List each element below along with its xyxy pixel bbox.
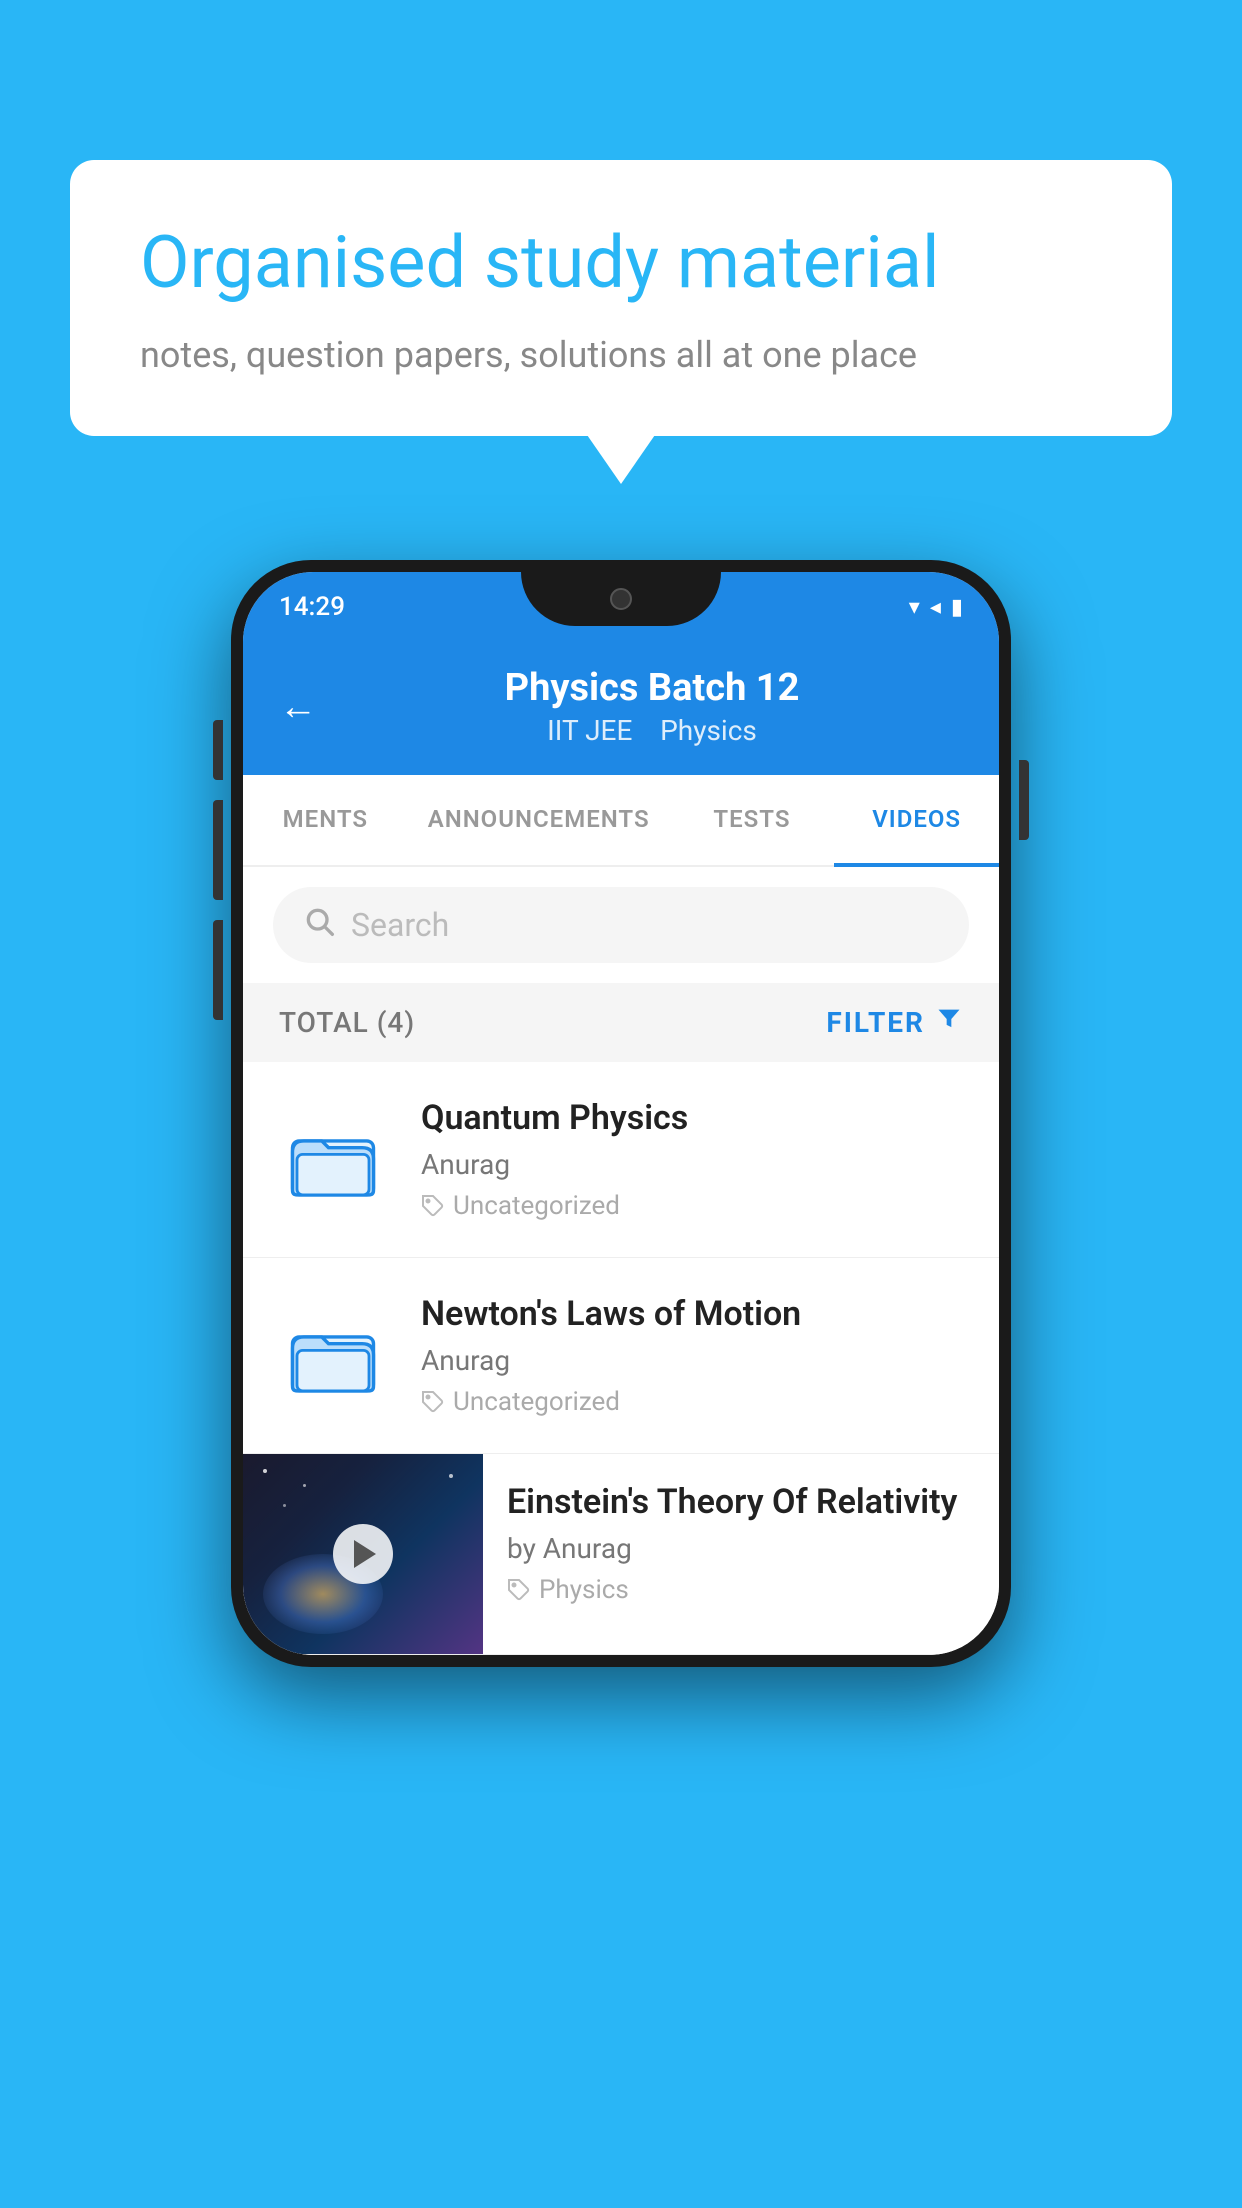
video-title-newton: Newton's Laws of Motion xyxy=(421,1294,969,1334)
power-button xyxy=(1019,760,1029,840)
volume-down-button xyxy=(213,920,223,1020)
video-tag-newton: Uncategorized xyxy=(421,1387,969,1417)
video-list: Quantum Physics Anurag Uncategorized xyxy=(243,1062,999,1655)
total-count: TOTAL (4) xyxy=(279,1006,415,1039)
filter-icon xyxy=(935,1005,963,1040)
einstein-tag-label: Physics xyxy=(539,1575,629,1605)
video-author-quantum: Anurag xyxy=(421,1148,969,1181)
filter-button[interactable]: FILTER xyxy=(826,1005,963,1040)
video-item-einstein[interactable]: Einstein's Theory Of Relativity by Anura… xyxy=(243,1454,999,1655)
header-subtitle-iit: IIT JEE xyxy=(547,714,632,747)
einstein-author: by Anurag xyxy=(507,1532,975,1565)
tabs-bar: MENTS ANNOUNCEMENTS TESTS VIDEOS xyxy=(243,775,999,867)
signal-icon: ◂ xyxy=(930,595,941,620)
video-thumb-newton xyxy=(273,1311,393,1401)
speech-bubble-container: Organised study material notes, question… xyxy=(70,160,1172,436)
play-button[interactable] xyxy=(333,1524,393,1584)
phone-screen: 14:29 ▾ ◂ ▮ ← Physics Batch 12 IIT JEE xyxy=(243,572,999,1655)
volume-up-button xyxy=(213,800,223,900)
tab-announcements[interactable]: ANNOUNCEMENTS xyxy=(408,775,670,865)
filter-row: TOTAL (4) FILTER xyxy=(243,983,999,1062)
header-subtitle-physics: Physics xyxy=(660,714,757,747)
einstein-title: Einstein's Theory Of Relativity xyxy=(507,1482,975,1522)
back-button[interactable]: ← xyxy=(279,685,317,729)
play-triangle-icon xyxy=(354,1540,376,1568)
app-header: ← Physics Batch 12 IIT JEE Physics xyxy=(243,642,999,775)
einstein-thumbnail xyxy=(243,1454,483,1654)
speech-bubble: Organised study material notes, question… xyxy=(70,160,1172,436)
status-bar: 14:29 ▾ ◂ ▮ xyxy=(243,572,999,642)
video-title-quantum: Quantum Physics xyxy=(421,1098,969,1138)
status-icons: ▾ ◂ ▮ xyxy=(909,595,963,620)
video-tag-label-newton: Uncategorized xyxy=(453,1387,620,1417)
einstein-tag: Physics xyxy=(507,1575,975,1605)
video-tag-quantum: Uncategorized xyxy=(421,1191,969,1221)
filter-label: FILTER xyxy=(826,1006,925,1039)
header-subtitle: IIT JEE Physics xyxy=(341,714,963,747)
bubble-title: Organised study material xyxy=(140,220,1102,306)
video-info-newton: Newton's Laws of Motion Anurag Uncategor… xyxy=(421,1294,969,1417)
mute-button xyxy=(213,720,223,780)
search-container: Search xyxy=(243,867,999,983)
video-item-quantum[interactable]: Quantum Physics Anurag Uncategorized xyxy=(243,1062,999,1258)
tab-tests[interactable]: TESTS xyxy=(670,775,835,865)
header-title-area: Physics Batch 12 IIT JEE Physics xyxy=(341,666,963,747)
battery-icon: ▮ xyxy=(951,595,963,620)
camera xyxy=(610,588,632,610)
einstein-info: Einstein's Theory Of Relativity by Anura… xyxy=(483,1454,999,1633)
status-time: 14:29 xyxy=(279,592,345,622)
tab-videos[interactable]: VIDEOS xyxy=(834,775,999,867)
search-bar[interactable]: Search xyxy=(273,887,969,963)
tab-ments[interactable]: MENTS xyxy=(243,775,408,865)
notch xyxy=(521,572,721,626)
header-title: Physics Batch 12 xyxy=(341,666,963,710)
video-thumb-quantum xyxy=(273,1115,393,1205)
phone-device: 14:29 ▾ ◂ ▮ ← Physics Batch 12 IIT JEE xyxy=(231,560,1011,1667)
wifi-icon: ▾ xyxy=(909,595,920,620)
video-author-newton: Anurag xyxy=(421,1344,969,1377)
search-placeholder: Search xyxy=(351,906,449,944)
bubble-subtitle: notes, question papers, solutions all at… xyxy=(140,334,1102,376)
video-item-newton[interactable]: Newton's Laws of Motion Anurag Uncategor… xyxy=(243,1258,999,1454)
video-tag-label-quantum: Uncategorized xyxy=(453,1191,620,1221)
video-info-quantum: Quantum Physics Anurag Uncategorized xyxy=(421,1098,969,1221)
search-icon xyxy=(303,905,335,945)
